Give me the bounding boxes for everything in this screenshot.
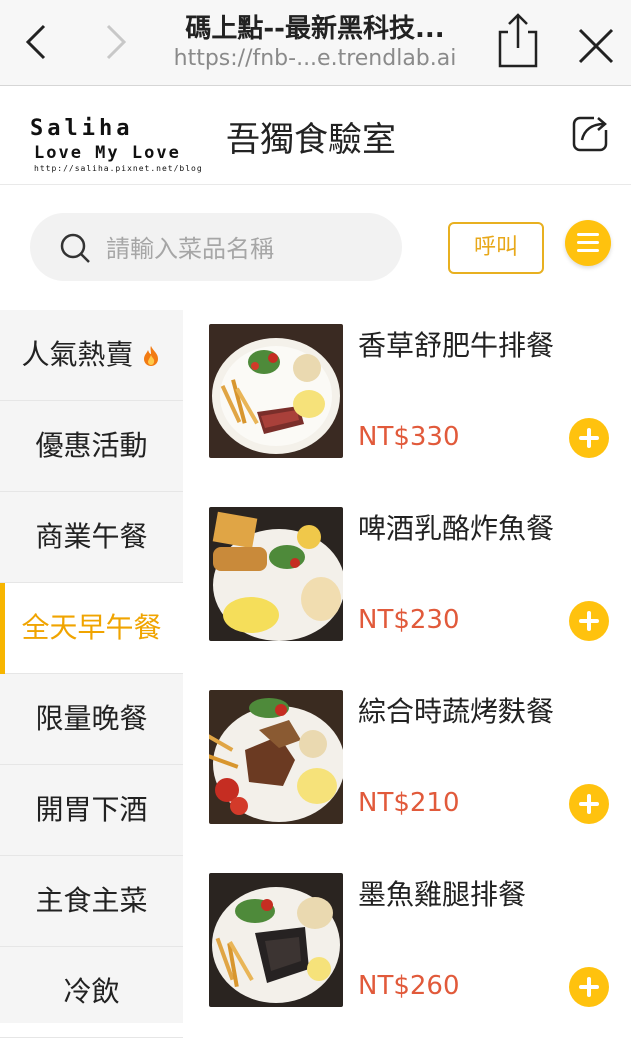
search-input[interactable]: 請輸入菜品名稱 (30, 213, 402, 281)
product-price: NT$330 (358, 422, 460, 452)
product-item[interactable]: 香草舒肥牛排餐 NT$330 (183, 310, 631, 493)
category-item-active[interactable]: 全天早午餐 (0, 583, 183, 674)
store-logo: Saliha Love My Love http://saliha.pixnet… (30, 116, 220, 184)
category-label: 冷飲 (63, 975, 120, 1008)
product-photo (209, 690, 343, 824)
category-label: 商業午餐 (35, 520, 148, 553)
logo-text-line1: Saliha (30, 116, 134, 141)
product-price: NT$260 (358, 971, 460, 1001)
product-photo (209, 873, 343, 1007)
category-item[interactable]: 主食主菜 (0, 856, 183, 947)
category-item[interactable]: 人氣熱賣 (0, 310, 183, 401)
category-item[interactable]: 限量晚餐 (0, 674, 183, 765)
product-photo (209, 507, 343, 641)
store-name: 吾獨食驗室 (226, 120, 396, 160)
product-item[interactable]: 啤酒乳酪炸魚餐 NT$230 (183, 493, 631, 676)
back-icon[interactable] (18, 22, 58, 62)
product-price: NT$230 (358, 605, 460, 635)
search-icon (60, 233, 90, 263)
category-label: 開胃下酒 (35, 793, 148, 826)
category-item[interactable]: 開胃下酒 (0, 765, 183, 856)
product-name: 香草舒肥牛排餐 (358, 329, 555, 362)
add-to-cart-icon[interactable] (569, 784, 609, 824)
add-to-cart-icon[interactable] (569, 418, 609, 458)
product-item[interactable]: 墨魚雞腿排餐 NT$260 (183, 859, 631, 1042)
category-label: 主食主菜 (35, 884, 148, 917)
call-waiter-button[interactable]: 呼叫 (448, 222, 544, 274)
share-external-icon[interactable] (570, 112, 612, 154)
url-field[interactable]: https://fnb-...e.trendlab.ai (150, 46, 480, 71)
logo-text-line2: Love My Love (34, 143, 181, 163)
category-sidebar: 人氣熱賣 優惠活動 商業午餐 全天早午餐 限量晚餐 開胃下酒 主食主菜 冷飲 (0, 310, 183, 1038)
browser-toolbar: 碼上點--最新黑科技... https://fnb-...e.trendlab.… (0, 0, 631, 86)
add-to-cart-icon[interactable] (569, 967, 609, 1007)
product-name: 墨魚雞腿排餐 (358, 878, 527, 911)
forward-icon[interactable] (98, 22, 138, 62)
category-label: 優惠活動 (35, 429, 148, 462)
product-price: NT$210 (358, 788, 460, 818)
product-name: 啤酒乳酪炸魚餐 (358, 512, 555, 545)
page-title: 碼上點--最新黑科技... (185, 14, 445, 44)
category-label: 限量晚餐 (35, 702, 148, 735)
close-icon[interactable] (574, 24, 618, 68)
product-name: 綜合時蔬烤麩餐 (358, 695, 555, 728)
category-item[interactable]: 冷飲 (0, 947, 183, 1038)
category-item[interactable]: 優惠活動 (0, 401, 183, 492)
product-photo (209, 324, 343, 458)
active-indicator (0, 583, 5, 674)
category-label: 全天早午餐 (21, 611, 162, 644)
logo-text-line3: http://saliha.pixnet.net/blog (34, 164, 203, 173)
share-icon[interactable] (494, 12, 542, 70)
add-to-cart-icon[interactable] (569, 601, 609, 641)
category-label: 人氣熱賣 (21, 338, 134, 371)
fire-icon (143, 346, 158, 366)
category-item[interactable]: 商業午餐 (0, 492, 183, 583)
menu-icon[interactable] (565, 220, 611, 266)
search-placeholder: 請輸入菜品名稱 (106, 235, 274, 263)
app-header: Saliha Love My Love http://saliha.pixnet… (0, 86, 631, 185)
product-item[interactable]: 綜合時蔬烤麩餐 NT$210 (183, 676, 631, 859)
